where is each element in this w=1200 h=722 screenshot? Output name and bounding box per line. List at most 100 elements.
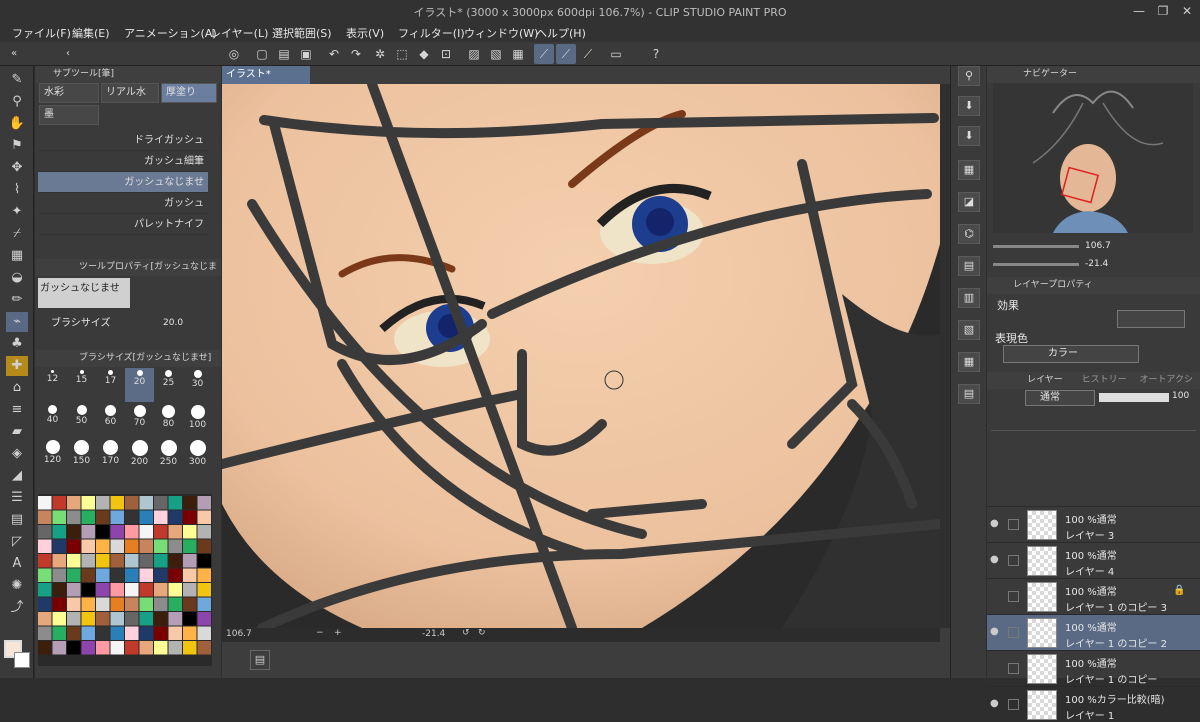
help-icon[interactable]: ? [646, 44, 666, 64]
snap-special-icon[interactable]: ⟋ [556, 44, 576, 64]
transform-icon[interactable]: ⊡ [436, 44, 456, 64]
brush-size-preset[interactable]: 50 [67, 403, 96, 437]
stabilizer-icon[interactable]: ▭ [606, 44, 626, 64]
brush-size-preset[interactable]: 40 [38, 403, 67, 437]
drawing-canvas[interactable] [222, 84, 940, 628]
invert-icon[interactable]: ▧ [486, 44, 506, 64]
zoom-out-icon[interactable]: − [316, 628, 324, 638]
move-icon[interactable]: ✥ [6, 158, 28, 178]
material-icon[interactable]: ▤ [958, 256, 980, 276]
rotate-left-icon[interactable]: ↺ [462, 628, 470, 638]
eye-icon[interactable]: ● [990, 698, 1002, 709]
fill-tool-icon[interactable]: ◈ [6, 444, 28, 464]
frame-icon[interactable]: ▤ [6, 510, 28, 530]
brush-item[interactable]: パレットナイフ [38, 214, 208, 235]
new-file-icon[interactable]: ▢ [252, 44, 272, 64]
material-icon[interactable]: ◪ [958, 192, 980, 212]
material-icon[interactable]: ⬇ [958, 96, 980, 116]
eraser-icon[interactable]: ▰ [6, 422, 28, 442]
tab-ink[interactable]: 墨 [39, 105, 99, 125]
show-area-icon[interactable]: ▦ [508, 44, 528, 64]
navigator-zoom[interactable]: 106.7 [1085, 241, 1111, 251]
layer-checkbox[interactable] [1008, 555, 1019, 566]
brush-size-preset[interactable]: 60 [96, 403, 125, 437]
canvas-vertical-scrollbar[interactable] [940, 84, 950, 628]
collapse-icon[interactable]: ‹ [58, 44, 78, 64]
brush-size-preset[interactable]: 12 [38, 368, 67, 402]
document-tab[interactable]: イラスト* [222, 66, 310, 84]
deselect-icon[interactable]: ▨ [464, 44, 484, 64]
brush-size-preset[interactable]: 20 [125, 368, 154, 402]
menu-window[interactable]: ウィンドウ(W) [464, 25, 538, 41]
eyedropper-icon[interactable]: ⌿ [6, 224, 28, 244]
rotate-right-icon[interactable]: ↻ [478, 628, 486, 638]
opacity-slider[interactable] [1099, 393, 1169, 402]
brush-size-preset[interactable]: 150 [67, 438, 96, 472]
eye-icon[interactable]: ● [990, 626, 1002, 637]
layer-row[interactable]: ● 100 %通常 レイヤー 4 [987, 542, 1200, 578]
lasso-icon[interactable]: ⌇ [6, 180, 28, 200]
lock-icon[interactable]: 🔒 [1173, 585, 1185, 596]
navigator-preview[interactable] [993, 83, 1193, 233]
menu-selection[interactable]: 選択範囲(S) [272, 25, 332, 41]
pattern-icon[interactable]: ▦ [6, 246, 28, 266]
clip-studio-icon[interactable]: ◎ [224, 44, 244, 64]
line-icon[interactable]: ☰ [6, 488, 28, 508]
layer-row[interactable]: 100 %通常 レイヤー 1 のコピー 3 🔒 [987, 578, 1200, 614]
menu-view[interactable]: 表示(V) [346, 25, 384, 41]
brush-size-value[interactable]: 20.0 [163, 318, 183, 328]
layer-checkbox[interactable] [1008, 591, 1019, 602]
correction-icon[interactable]: ⤴ [6, 598, 28, 618]
fill-icon[interactable]: ◆ [414, 44, 434, 64]
balloon-icon[interactable]: ◸ [6, 532, 28, 552]
snap-ruler-icon[interactable]: ⟋ [534, 44, 554, 64]
material-icon[interactable]: ▦ [958, 160, 980, 180]
save-icon[interactable]: ▣ [296, 44, 316, 64]
layer-row[interactable]: ● 100 %通常 レイヤー 1 のコピー 2 [987, 614, 1200, 650]
snap-grid-icon[interactable]: ⟋ [578, 44, 598, 64]
figure-icon[interactable]: ⌂ [6, 378, 28, 398]
menu-layer[interactable]: レイヤー(L) [210, 25, 268, 41]
zoom-icon[interactable]: ⚲ [6, 92, 28, 112]
undo-icon[interactable]: ↶ [324, 44, 344, 64]
redo-icon[interactable]: ↷ [346, 44, 366, 64]
layer-checkbox[interactable] [1008, 519, 1019, 530]
eye-icon[interactable]: ● [990, 518, 1002, 529]
menu-edit[interactable]: 編集(E) [72, 25, 110, 41]
tab-real-watercolor[interactable]: リアル水 [101, 83, 159, 103]
menu-filter[interactable]: フィルター(I) [398, 25, 465, 41]
layer-row[interactable]: ● 100 %カラー比較(暗) レイヤー 1 [987, 686, 1200, 722]
effect-line-icon[interactable]: ✺ [6, 576, 28, 596]
effect-buttons[interactable] [1117, 310, 1185, 328]
material-icon[interactable]: ▥ [958, 288, 980, 308]
pen-tool-icon[interactable]: ✎ [6, 70, 28, 90]
hand-icon[interactable]: ✋ [6, 114, 28, 134]
tab-layer[interactable]: レイヤー [1027, 375, 1063, 385]
pencil-icon[interactable]: ✏ [6, 290, 28, 310]
brush-size-preset[interactable]: 200 [125, 438, 154, 472]
brush-item[interactable]: ドライガッシュ [38, 130, 208, 151]
open-file-icon[interactable]: ▤ [274, 44, 294, 64]
brush-size-preset[interactable]: 250 [154, 438, 183, 472]
tab-watercolor[interactable]: 水彩 [39, 83, 99, 103]
brush-size-preset[interactable]: 120 [38, 438, 67, 472]
minimize-button[interactable]: — [1128, 3, 1150, 19]
sub-color-swatch[interactable] [14, 652, 30, 668]
decoration-icon[interactable]: ♣ [6, 334, 28, 354]
layer-checkbox[interactable] [1008, 627, 1019, 638]
brush-item[interactable]: ガッシュ [38, 193, 208, 214]
rotation-slider[interactable] [993, 263, 1079, 266]
material-icon[interactable]: ⌬ [958, 224, 980, 244]
layer-checkbox[interactable] [1008, 663, 1019, 674]
material-icon[interactable]: ⬇ [958, 126, 980, 146]
brush-size-preset[interactable]: 25 [154, 368, 183, 402]
brush-item[interactable]: ガッシュ細筆 [38, 151, 208, 172]
material-icon[interactable]: ▧ [958, 320, 980, 340]
blend-mode-select[interactable]: 通常 [1025, 390, 1095, 406]
brush-size-preset[interactable]: 80 [154, 403, 183, 437]
selection-icon[interactable]: ⬚ [392, 44, 412, 64]
tab-history[interactable]: ヒストリー [1082, 375, 1127, 385]
menu-file[interactable]: ファイル(F) [12, 25, 71, 41]
layer-row[interactable]: ● 100 %通常 レイヤー 3 [987, 506, 1200, 542]
airbrush-icon[interactable]: ✚ [6, 356, 28, 376]
